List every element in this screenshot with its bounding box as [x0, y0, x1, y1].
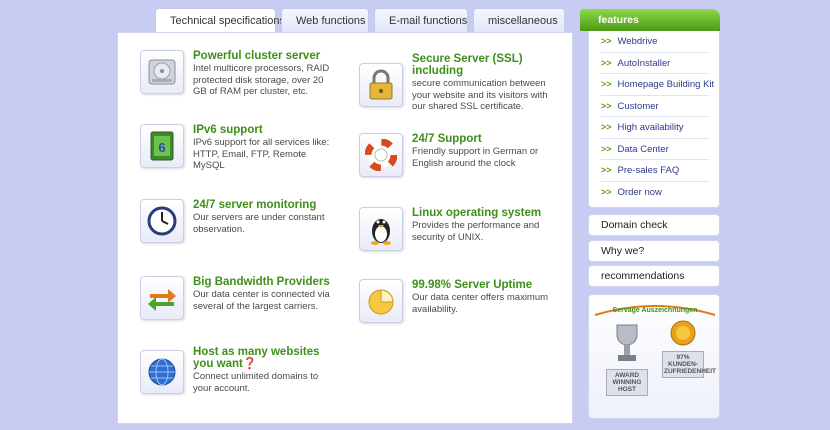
double-chevron-icon: >>	[601, 36, 612, 46]
feature-title: Powerful cluster server	[193, 50, 321, 62]
features-panel: Powerful cluster server Intel multicore …	[117, 32, 573, 424]
double-chevron-icon: >>	[601, 100, 612, 111]
feature-title: IPv6 support	[193, 124, 263, 136]
double-chevron-icon: >>	[601, 122, 612, 132]
tab-technical-specifications[interactable]: Technical specifications	[155, 8, 285, 33]
recommendations-button[interactable]: recommendations	[588, 265, 720, 287]
feature-desc: Intel multicore processors, RAID protect…	[193, 63, 330, 97]
double-chevron-icon: >>	[601, 143, 612, 154]
double-chevron-icon: >>	[601, 165, 612, 175]
sidebar-item-webdrive[interactable]: >> Webdrive	[601, 31, 709, 53]
feature-title: Secure Server (SSL) including	[412, 53, 523, 77]
why-we-button[interactable]: Why we?	[588, 240, 720, 262]
feature-desc: Our data center is connected via several…	[193, 289, 330, 312]
feature-title: 24/7 server monitoring	[193, 199, 317, 211]
tab-bar: Technical specifications Web functions E…	[155, 8, 565, 33]
feature-desc: Connect unlimited domains to your accoun…	[193, 371, 319, 394]
pie-icon	[359, 279, 403, 323]
ipv6-icon: 6	[140, 124, 184, 168]
double-chevron-icon: >>	[601, 57, 612, 68]
medal-icon	[670, 320, 696, 346]
feature-desc: Friendly support in German or English ar…	[412, 146, 539, 169]
award-winning-badge: AWARD WINNING HOST	[606, 319, 648, 403]
feature-desc: secure communication between your websit…	[412, 78, 548, 112]
trophy-icon	[616, 324, 638, 361]
tab-web-functions[interactable]: Web functions	[281, 8, 369, 32]
sidebar-item-customer[interactable]: >> Customer	[601, 96, 709, 117]
feature-desc: Provides the performance and security of…	[412, 220, 540, 243]
satisfaction-badge: 97% KUNDEN-ZUFRIEDENHEIT	[662, 319, 716, 403]
feature-desc: IPv6 support for all services like: HTTP…	[193, 137, 330, 171]
lock-icon	[359, 63, 403, 107]
feature-title: 99.98% Server Uptime	[412, 279, 533, 291]
feature-title: 24/7 Support	[412, 133, 482, 145]
awards-title: Servage Auszeichnungen	[612, 307, 698, 314]
sidebar-item-presales-faq[interactable]: >> Pre-sales FAQ	[601, 160, 709, 182]
lifebuoy-icon	[359, 133, 403, 177]
sidebar-item-data-center[interactable]: >> Data Center	[601, 139, 709, 160]
feature-title: Big Bandwidth Providers	[193, 276, 330, 288]
hard-drive-icon	[140, 50, 184, 94]
sidebar-item-autoinstaller[interactable]: >> AutoInstaller	[601, 53, 709, 74]
domain-check-button[interactable]: Domain check	[588, 214, 720, 236]
arrows-icon	[140, 276, 184, 320]
awards-box: Servage Auszeichnungen AWARD WINNING HOS…	[588, 294, 720, 419]
double-chevron-icon: >>	[601, 79, 612, 89]
sidebar-item-homepage-kit[interactable]: >> Homepage Building Kit	[601, 74, 714, 96]
feature-title: Host as many websites you want❓	[193, 346, 320, 370]
svg-text:6: 6	[158, 140, 165, 155]
sidebar-item-order-now[interactable]: >> Order now	[601, 182, 709, 204]
feature-desc: Our data center offers maximum availabil…	[412, 292, 549, 315]
sidebar-item-high-availability[interactable]: >> High availability	[601, 117, 709, 139]
tab-email-functions[interactable]: E-mail functions	[374, 8, 468, 32]
double-chevron-icon: >>	[601, 186, 612, 197]
features-list: >> Webdrive >> AutoInstaller >> Homepage Bu…	[588, 31, 720, 208]
tux-icon	[359, 207, 403, 251]
globe-icon	[140, 350, 184, 394]
feature-title: Linux operating system	[412, 207, 542, 219]
clock-icon	[140, 199, 184, 243]
feature-desc: Our servers are under constant observati…	[193, 212, 325, 235]
features-header: features	[580, 9, 720, 31]
tab-miscellaneous[interactable]: miscellaneous	[473, 8, 565, 32]
